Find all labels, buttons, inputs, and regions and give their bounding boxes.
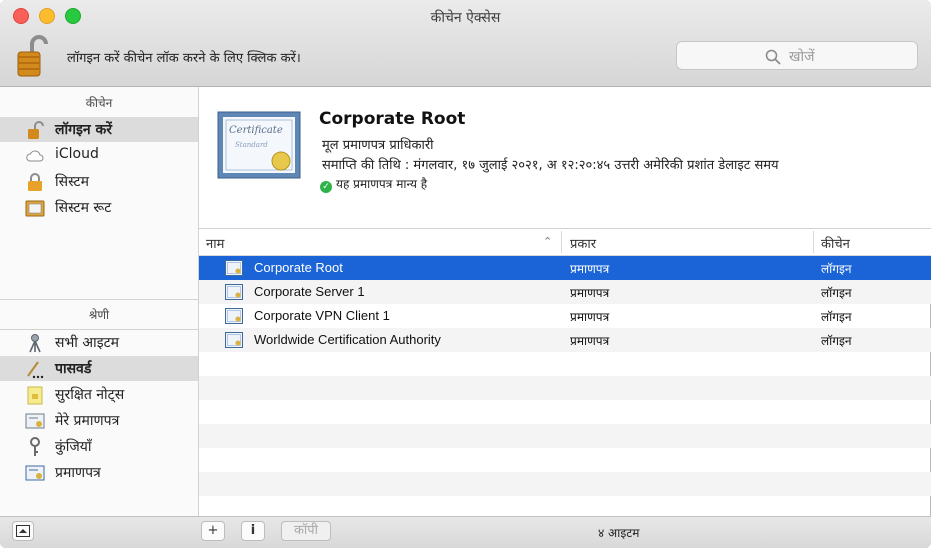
detail-validity: ✓ यह प्रमाणपत्र मान्य है [320,175,427,193]
category-header: श्रेणी [88,308,110,322]
sidebar-item-passwords[interactable]: पासवर्ड [0,356,198,381]
keychain-access-window: कीचेन ऐक्सेस लॉगइन करें कीचेन लॉक करने क… [0,0,931,548]
table-header: नाम ⌃ प्रकार कीचेन [199,229,931,256]
cell-keychain: लॉगइन [821,310,852,324]
table-row[interactable]: Worldwide Certification Authority प्रमाण… [199,328,931,352]
empty-row [199,424,931,448]
sort-ascending-icon[interactable]: ⌃ [543,235,552,248]
keychains-header: कीचेन [85,96,113,110]
cell-keychain: लॉगइन [821,286,852,300]
toggle-sidebar-button[interactable] [12,521,34,541]
sidebar-item-secure-notes[interactable]: सुरक्षित नोट्स [0,382,198,407]
sidebar-item-label: पासवर्ड [55,361,92,377]
cell-kind: प्रमाणपत्र [570,310,610,324]
secure-note-icon [27,386,43,405]
cell-keychain: लॉगइन [821,334,852,348]
svg-text:Standard: Standard [235,141,268,149]
info-button[interactable]: i [241,521,265,541]
column-header-kind[interactable]: प्रकार [570,234,596,252]
empty-row [199,400,931,424]
sidebar-item-icloud[interactable]: iCloud [0,143,198,168]
detail-title: Corporate Root [319,109,466,129]
cell-name: Corporate Root [254,260,343,275]
sidebar-divider [0,299,198,300]
detail-kind: मूल प्रमाणपत्र प्राधिकारी [322,138,434,153]
sidebar: कीचेन लॉगइन करें iCloud सिस्टम सिस्टम रू… [0,87,199,516]
certificate-icon [225,260,243,276]
lock-open-icon [28,121,44,139]
lock-hint-text: लॉगइन करें कीचेन लॉक करने के लिए क्लिक क… [67,51,301,66]
empty-row [199,472,931,496]
key-icon [30,437,40,456]
certificate-icon [225,332,243,348]
sidebar-item-label: सिस्टम [55,174,89,190]
item-count: ४ आइटम [598,526,640,540]
certificate-large-icon: Certificate Standard [217,111,301,179]
search-icon [765,49,781,65]
certificate-icon [225,308,243,324]
sidebar-item-label: मेरे प्रमाणपत्र [55,413,120,429]
table-row[interactable]: Corporate VPN Client 1 प्रमाणपत्र लॉगइन [199,304,931,328]
sidebar-item-label: सभी आइटम [55,335,119,351]
all-items-icon [29,334,41,353]
sidebar-item-login[interactable]: लॉगइन करें [0,117,198,142]
detail-expiry: समाप्ति की तिथि : मंगलवार, १७ जुलाई २०२१… [322,158,779,173]
svg-text:Certificate: Certificate [229,125,283,136]
sidebar-item-keys[interactable]: कुंजियाँ [0,434,198,459]
cell-name: Worldwide Certification Authority [254,332,441,347]
password-icon [27,361,44,379]
cell-name: Corporate Server 1 [254,284,365,299]
sidebar-toggle-icon [16,525,30,537]
search-placeholder: खोजें [789,49,815,65]
table-row[interactable]: Corporate Server 1 प्रमाणपत्र लॉगइन [199,280,931,304]
column-separator[interactable] [561,231,562,253]
column-header-keychain[interactable]: कीचेन [821,234,850,252]
validity-text: यह प्रमाणपत्र मान्य है [336,177,428,191]
certificate-icon [225,284,243,300]
sidebar-item-all-items[interactable]: सभी आइटम [0,330,198,355]
bottom-bar: + i कॉपी ४ आइटम [0,516,931,548]
window-title: कीचेन ऐक्सेस [430,10,501,26]
cell-kind: प्रमाणपत्र [570,334,610,348]
lock-closed-icon [28,173,42,191]
cloud-icon [26,150,44,162]
cell-keychain: लॉगइन [821,262,852,276]
sidebar-item-system[interactable]: सिस्टम [0,169,198,194]
sidebar-item-label: iCloud [55,146,99,162]
sidebar-item-label: सुरक्षित नोट्स [55,387,125,403]
items-table: नाम ⌃ प्रकार कीचेन Corporate Root प्रमाण… [199,229,931,516]
sidebar-item-label: सिस्टम रूट [55,200,112,216]
cell-name: Corporate VPN Client 1 [254,308,390,323]
empty-row [199,448,931,472]
my-certificate-icon [25,413,45,429]
empty-row [199,352,931,376]
titlebar: कीचेन ऐक्सेस लॉगइन करें कीचेन लॉक करने क… [0,0,931,87]
certificate-detail: Certificate Standard Corporate Root मूल … [199,87,931,229]
copy-button[interactable]: कॉपी [281,521,331,541]
lock-open-icon[interactable] [16,34,48,78]
certificate-icon [25,465,45,481]
sidebar-item-label: कुंजियाँ [55,439,92,455]
checkmark-icon: ✓ [320,181,332,193]
add-item-button[interactable]: + [201,521,225,541]
sidebar-item-system-root[interactable]: सिस्टम रूट [0,195,198,220]
column-header-name[interactable]: नाम [206,234,224,252]
search-field[interactable]: खोजें [676,41,918,70]
certificate-folder-icon [25,200,45,217]
column-separator[interactable] [813,231,814,253]
cell-kind: प्रमाणपत्र [570,262,610,276]
table-row[interactable]: Corporate Root प्रमाणपत्र लॉगइन [199,256,931,280]
empty-row [199,376,931,400]
sidebar-item-my-certificates[interactable]: मेरे प्रमाणपत्र [0,408,198,433]
cell-kind: प्रमाणपत्र [570,286,610,300]
sidebar-item-certificates[interactable]: प्रमाणपत्र [0,460,198,485]
sidebar-item-label: लॉगइन करें [55,122,112,138]
sidebar-item-label: प्रमाणपत्र [55,465,101,481]
